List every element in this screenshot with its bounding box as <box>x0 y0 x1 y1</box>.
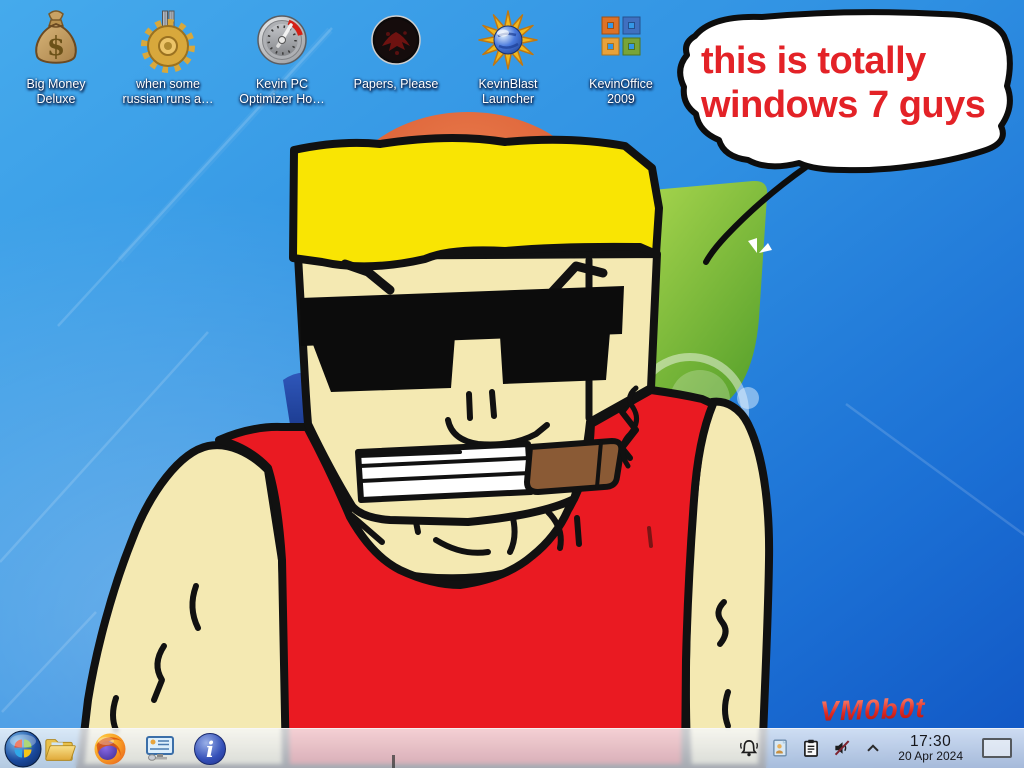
desktop-icon-label: KevinOffice 2009 <box>589 77 653 107</box>
display-settings-button[interactable] <box>142 731 178 767</box>
desktop-icon-grid: $ Big Money Deluxe when some russian run… <box>0 6 1024 116</box>
desktop-icon-kevinblast-launcher[interactable]: KevinBlast Launcher <box>452 6 564 107</box>
desktop-icon-big-money-deluxe[interactable]: $ Big Money Deluxe <box>0 6 112 107</box>
volume-muted-icon[interactable] <box>832 738 852 758</box>
taskbar-clock[interactable]: 17:30 20 Apr 2024 <box>894 733 967 763</box>
sunburst-globe-icon <box>476 6 540 74</box>
desktop-icon-when-some-russian[interactable]: when some russian runs a… <box>112 6 224 107</box>
clipboard-icon[interactable] <box>801 738 821 758</box>
show-desktop-button[interactable] <box>982 738 1012 758</box>
clock-date: 20 Apr 2024 <box>898 750 963 763</box>
character-hair <box>293 138 659 266</box>
clock-time: 17:30 <box>898 733 963 750</box>
desktop-icon-label: Kevin PC Optimizer Ho… <box>239 77 324 107</box>
taskbar: i <box>0 728 1024 768</box>
info-icon: i <box>193 732 227 766</box>
expand-tray-chevron-icon[interactable] <box>863 738 883 758</box>
money-bag-icon: $ <box>24 6 88 74</box>
folder-icon <box>43 732 77 766</box>
start-button[interactable] <box>4 730 42 768</box>
display-settings-icon <box>143 732 177 766</box>
gauge-icon <box>250 6 314 74</box>
info-button[interactable]: i <box>192 731 228 767</box>
mouth <box>358 444 531 500</box>
firefox-button[interactable] <box>92 731 128 767</box>
office-blocks-icon <box>589 6 653 74</box>
desktop-icon-kevinoffice-2009[interactable]: KevinOffice 2009 <box>565 6 677 107</box>
desktop: this is totally windows 7 guys <box>0 0 1024 768</box>
desktop-icon-label: Papers, Please <box>354 77 439 92</box>
svg-text:$: $ <box>47 32 65 62</box>
notifications-bell-icon[interactable] <box>739 738 759 758</box>
taskbar-launchers: i <box>42 731 228 767</box>
eagle-emblem-icon <box>364 6 428 74</box>
start-orb-icon <box>4 730 42 768</box>
firefox-icon <box>93 732 127 766</box>
file-manager-button[interactable] <box>42 731 78 767</box>
svg-text:i: i <box>206 737 214 762</box>
system-tray: 17:30 20 Apr 2024 <box>739 733 1020 763</box>
desktop-icon-papers-please[interactable]: Papers, Please <box>340 6 452 92</box>
desktop-icon-label: when some russian runs a… <box>122 77 213 107</box>
gear-icon <box>136 6 200 74</box>
cigar <box>527 441 621 492</box>
paint-stray-mark <box>392 755 395 768</box>
desktop-icon-label: Big Money Deluxe <box>26 77 85 107</box>
desktop-icon-kevin-pc-optimizer[interactable]: Kevin PC Optimizer Ho… <box>226 6 338 107</box>
watermark: VM0b0t <box>819 692 926 728</box>
contact-note-icon[interactable] <box>770 738 790 758</box>
desktop-icon-label: KevinBlast Launcher <box>478 77 537 107</box>
